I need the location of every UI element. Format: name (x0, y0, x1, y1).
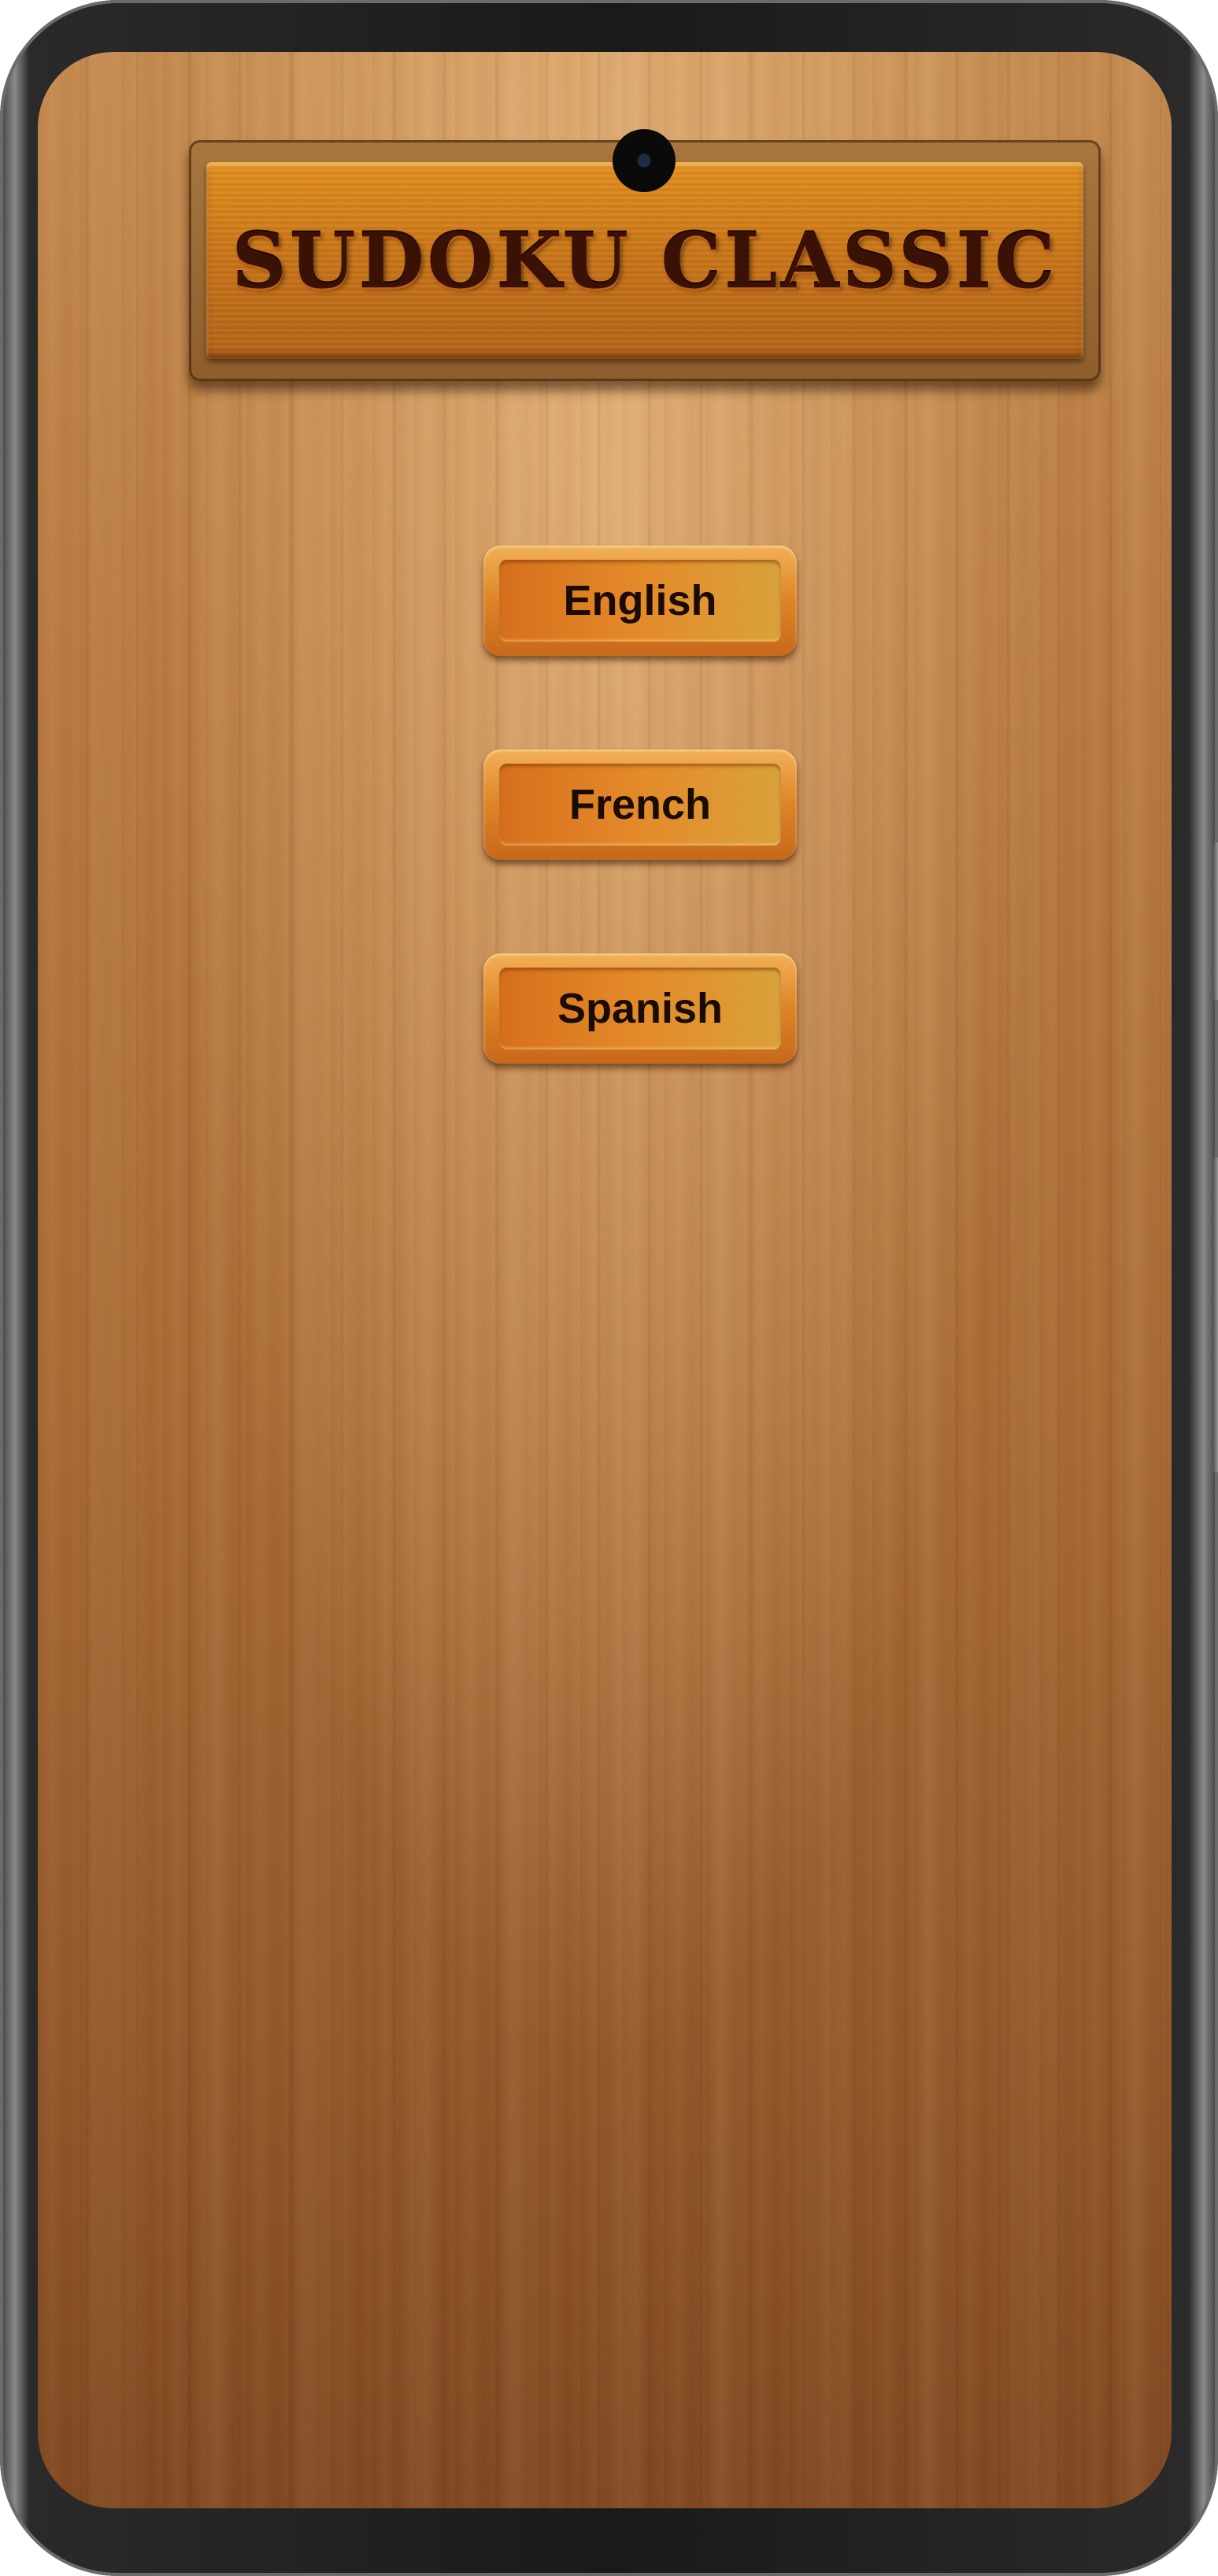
spanish-button[interactable]: Spanish (483, 953, 797, 1064)
english-button-label: English (563, 577, 717, 624)
app-screen: SUDOKU CLASSIC English French Spanish (38, 52, 1172, 2508)
french-button-label: French (568, 781, 712, 828)
english-button[interactable]: English (483, 546, 797, 656)
spanish-button-face: Spanish (499, 968, 781, 1049)
french-button-face: French (499, 764, 781, 846)
app-title: SUDOKU CLASSIC (231, 216, 1058, 305)
english-button-face: English (499, 560, 781, 642)
front-camera (613, 129, 676, 192)
spanish-button-label: Spanish (557, 985, 724, 1032)
power-button (1213, 1157, 1218, 1472)
phone-frame: SUDOKU CLASSIC English French Spanish (0, 0, 1218, 2576)
volume-button (1213, 842, 1218, 1000)
french-button[interactable]: French (483, 749, 797, 860)
